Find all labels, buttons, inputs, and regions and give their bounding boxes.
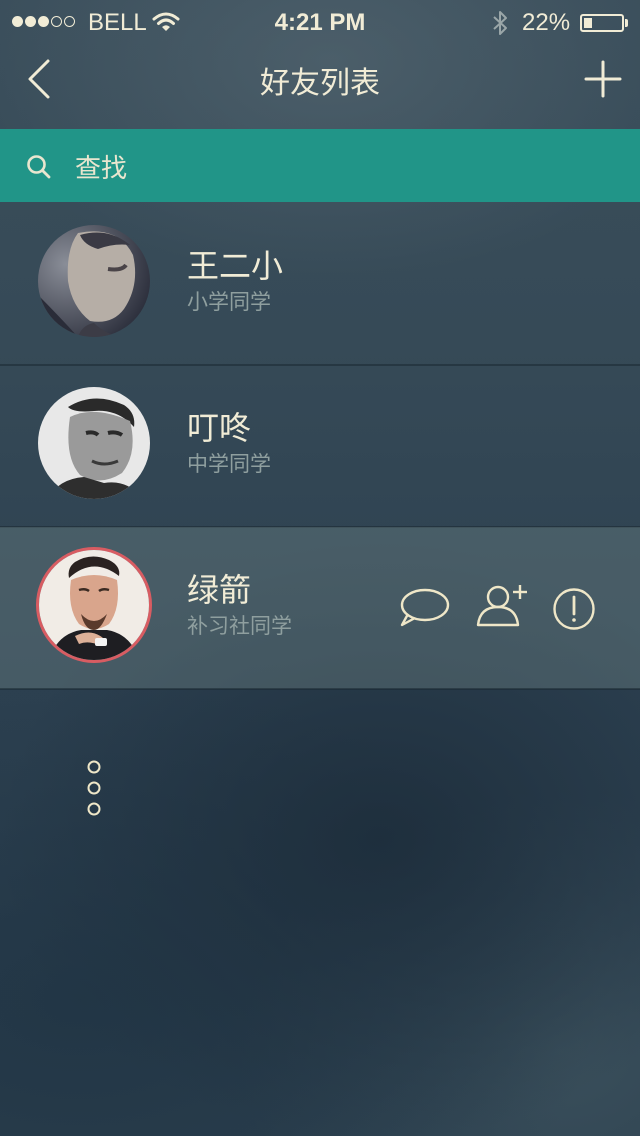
divider <box>0 688 640 690</box>
battery-percent: 22% <box>522 9 571 36</box>
chat-bubble-icon[interactable] <box>398 587 450 629</box>
alert-circle-icon[interactable] <box>552 587 596 631</box>
battery-level-fill <box>584 18 592 28</box>
friend-name: 王二小 <box>187 247 284 285</box>
avatar <box>38 225 150 337</box>
battery-icon <box>580 14 624 32</box>
friend-row[interactable]: 王二小 小学同学 <box>0 203 640 365</box>
add-friend-button[interactable] <box>580 56 626 102</box>
search-icon[interactable] <box>26 154 52 180</box>
page-title: 好友列表 <box>260 66 380 101</box>
search-input[interactable]: 查找 <box>75 148 127 185</box>
avatar <box>36 547 152 663</box>
status-bar: BELL 4:21 PM 22% <box>0 0 640 44</box>
friend-name: 叮咚 <box>187 409 252 447</box>
friend-group: 小学同学 <box>187 290 271 314</box>
friend-row[interactable]: 叮咚 中学同学 <box>0 365 640 527</box>
more-dots-icon[interactable] <box>84 758 104 818</box>
avatar <box>38 387 150 499</box>
battery-nub <box>625 19 628 27</box>
friend-name: 绿箭 <box>187 571 252 609</box>
friend-group: 中学同学 <box>187 452 271 476</box>
friend-row-selected[interactable]: 绿箭 补习社同学 <box>0 527 640 689</box>
bluetooth-icon <box>493 11 507 35</box>
friend-group: 补习社同学 <box>187 614 292 638</box>
add-friend-icon[interactable] <box>474 583 530 629</box>
